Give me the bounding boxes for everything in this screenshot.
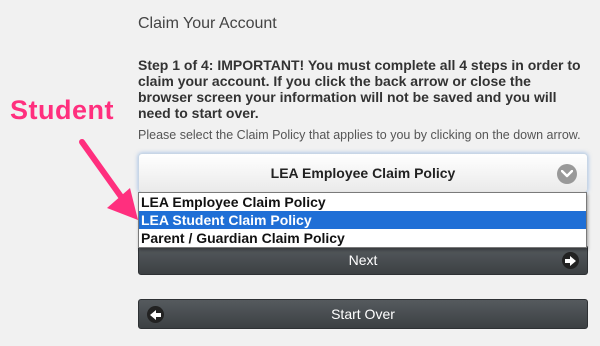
- annotation-arrow-icon: [79, 139, 138, 220]
- chevron-down-icon[interactable]: [557, 164, 577, 184]
- select-current-value: LEA Employee Claim Policy: [270, 165, 456, 181]
- claim-policy-select[interactable]: LEA Employee Claim Policy: [138, 153, 588, 193]
- option-lea-student[interactable]: LEA Student Claim Policy: [139, 211, 586, 229]
- claim-policy-dropdown: LEA Employee Claim Policy LEA Student Cl…: [138, 192, 587, 248]
- page-title: Claim Your Account: [138, 15, 277, 32]
- option-parent-guardian[interactable]: Parent / Guardian Claim Policy: [139, 229, 586, 247]
- annotation-label: Student: [10, 95, 114, 125]
- next-button-label: Next: [348, 252, 378, 268]
- next-button[interactable]: Next: [138, 245, 588, 275]
- arrow-left-icon: [147, 306, 164, 323]
- arrow-right-icon: [562, 252, 579, 269]
- step-warning-text: Step 1 of 4: IMPORTANT! You must complet…: [138, 57, 581, 121]
- instruction-text: Please select the Claim Policy that appl…: [138, 128, 581, 142]
- option-lea-employee[interactable]: LEA Employee Claim Policy: [139, 193, 586, 211]
- start-over-button[interactable]: Start Over: [138, 299, 588, 329]
- start-over-button-label: Start Over: [331, 306, 395, 322]
